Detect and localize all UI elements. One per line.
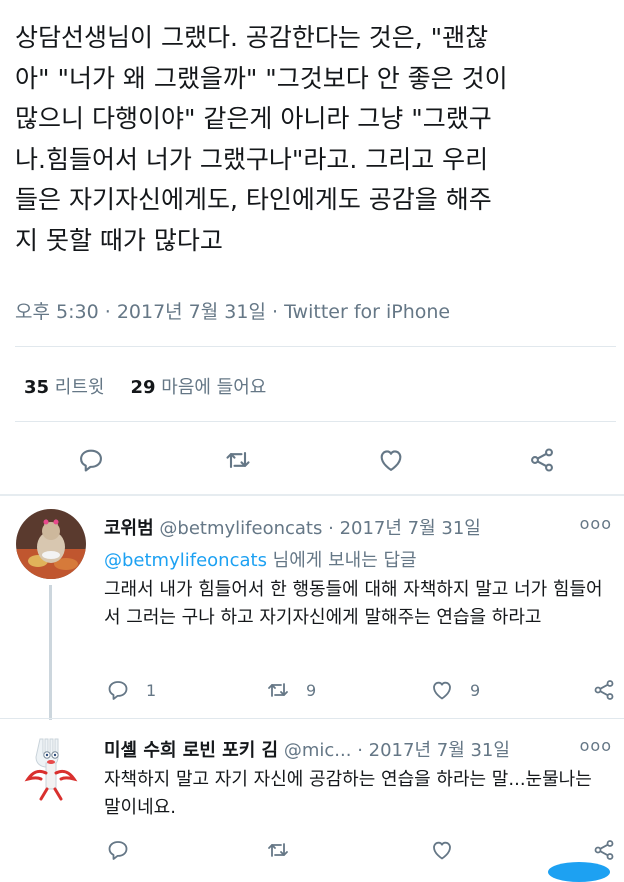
forky-avatar-image — [16, 733, 86, 803]
retweet-button[interactable] — [220, 442, 256, 478]
reply-icon — [108, 841, 128, 860]
share-button[interactable] — [592, 835, 624, 865]
more-icon[interactable]: ooo — [580, 514, 612, 533]
thread-line — [49, 585, 52, 720]
tweet-text: 상담선생님이 그랬다. 공감한다는 것은, "괜찮 아" "너가 왜 그랬을까"… — [15, 23, 508, 255]
more-icon[interactable]: ooo — [580, 736, 612, 755]
share-icon — [594, 840, 614, 860]
avatar[interactable] — [16, 509, 86, 579]
like-button[interactable] — [430, 835, 470, 865]
reply-author-name[interactable]: 코위범 — [104, 518, 154, 539]
avatar[interactable] — [16, 733, 86, 803]
retweet-count: 9 — [306, 680, 317, 700]
reply-date: 2017년 7월 31일 — [339, 518, 481, 539]
reply-icon — [80, 449, 102, 472]
share-icon — [594, 680, 614, 700]
tweet-date: 2017년 7월 31일 — [116, 301, 266, 323]
share-button[interactable] — [524, 442, 560, 478]
reply-author-handle[interactable]: @betmylifeoncats — [159, 518, 322, 539]
retweet-button[interactable]: 9 — [266, 675, 316, 705]
like-count: 9 — [470, 680, 481, 700]
meta-separator: · — [272, 301, 279, 323]
meta-separator: · — [104, 301, 111, 323]
reply-to-mention[interactable]: @betmylifeoncats — [104, 550, 267, 571]
section-separator — [0, 494, 624, 496]
share-button[interactable] — [592, 675, 624, 705]
reply-author-name[interactable]: 미셸 수희 로빈 포키 김 — [104, 740, 278, 761]
header-separator: · — [328, 518, 334, 539]
reply-button[interactable] — [106, 835, 146, 865]
reply-icon — [108, 681, 128, 700]
reply-text: 자책하지 말고 자기 자신에 공감하는 연습을 하라는 말...눈물나는 말이네… — [104, 769, 592, 818]
divider — [15, 346, 616, 347]
cat-avatar-image — [16, 509, 86, 579]
retweet-stat[interactable]: 35 리트윗 — [24, 377, 104, 398]
header-separator: · — [357, 740, 363, 761]
share-icon — [531, 448, 553, 472]
reply-author-handle[interactable]: @mic... — [284, 740, 352, 761]
reply-button[interactable]: 1 — [106, 675, 156, 705]
reply-header: 코위범 @betmylifeoncats · 2017년 7월 31일 — [104, 514, 481, 540]
like-stat[interactable]: 29 마음에 들어요 — [130, 377, 266, 398]
like-button[interactable] — [373, 442, 409, 478]
reply-text: 그래서 내가 힘들어서 한 행동들에 대해 자책하지 말고 너가 힘들어서 그러… — [104, 579, 603, 628]
reply-header: 미셸 수희 로빈 포키 김 @mic... · 2017년 7월 31일 — [104, 736, 510, 762]
retweet-icon — [226, 451, 250, 469]
divider — [15, 421, 616, 422]
tweet-meta: 오후 5:30 · 2017년 7월 31일 · Twitter for iPh… — [15, 297, 450, 324]
heart-icon — [433, 841, 451, 860]
tweet-stats: 35 리트윗 29 마음에 들어요 — [24, 373, 266, 399]
reply-date: 2017년 7월 31일 — [368, 740, 510, 761]
divider — [0, 718, 624, 719]
like-button[interactable]: 9 — [430, 675, 480, 705]
tweet-actions — [0, 442, 624, 478]
retweet-button[interactable] — [266, 835, 306, 865]
tweet-time: 오후 5:30 — [15, 301, 99, 323]
compose-button[interactable] — [548, 862, 610, 882]
reply-count: 1 — [146, 680, 157, 700]
retweet-icon — [268, 843, 288, 857]
reply-button[interactable] — [73, 442, 109, 478]
heart-icon — [380, 450, 402, 471]
reply-to-line: @betmylifeoncats 님에게 보내는 답글 — [104, 550, 417, 571]
tweet-source[interactable]: Twitter for iPhone — [284, 301, 450, 323]
heart-icon — [433, 681, 451, 700]
retweet-icon — [268, 683, 288, 697]
